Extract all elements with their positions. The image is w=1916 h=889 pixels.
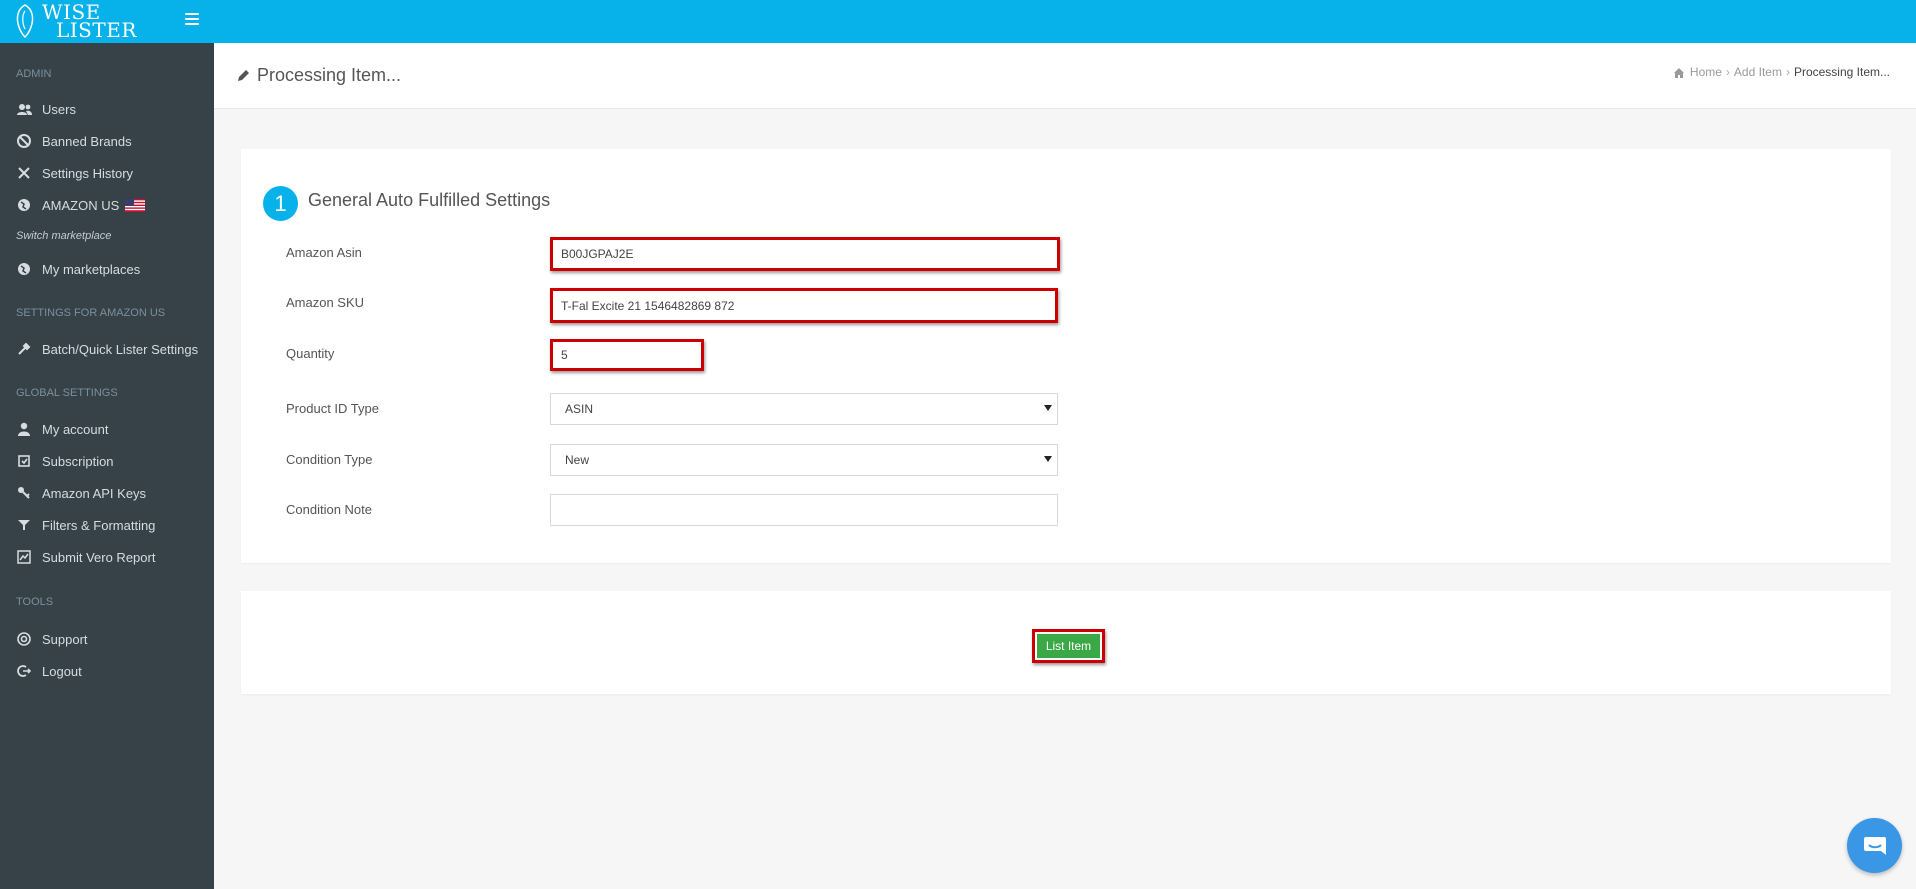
sidebar-item-label: Amazon API Keys <box>42 485 147 501</box>
page-title: Processing Item... <box>236 65 401 86</box>
chat-launcher[interactable] <box>1847 818 1902 873</box>
sidebar-section-admin: ADMIN <box>16 68 52 80</box>
condition-type-value: New <box>565 453 590 467</box>
home-icon <box>1673 67 1684 78</box>
logout-icon <box>16 663 32 679</box>
product-id-type-select[interactable]: ASIN <box>550 393 1058 425</box>
users-icon <box>16 101 32 117</box>
sidebar-section-settings-for: SETTINGS FOR AMAZON US <box>16 307 166 319</box>
brand-logo[interactable]: WISE LISTER <box>12 2 137 40</box>
sidebar-item-label: Logout <box>42 663 82 679</box>
sidebar-item-label: Submit Vero Report <box>42 549 156 565</box>
sku-label: Amazon SKU <box>286 295 365 310</box>
sidebar: ADMIN Users Banned Brands Settings Histo… <box>0 43 214 889</box>
menu-toggle-icon[interactable] <box>185 13 199 25</box>
breadcrumb-home[interactable]: Home <box>1690 65 1722 79</box>
report-icon <box>16 549 32 565</box>
sidebar-item-label: Banned Brands <box>42 133 132 149</box>
sidebar-item-label: Batch/Quick Lister Settings <box>42 341 199 357</box>
asin-label: Amazon Asin <box>286 245 362 260</box>
sidebar-item-settings-history[interactable]: Settings History <box>0 159 214 187</box>
sidebar-item-my-marketplaces[interactable]: My marketplaces <box>0 255 214 283</box>
subscription-icon <box>16 453 32 469</box>
sidebar-item-logout[interactable]: Logout <box>0 657 214 685</box>
chat-icon <box>1863 836 1886 855</box>
settings-panel: 1 General Auto Fulfilled Settings Amazon… <box>241 149 1891 563</box>
brand-line-2: LISTER <box>56 18 137 42</box>
condition-type-select[interactable]: New <box>550 444 1058 476</box>
condition-note-label: Condition Note <box>286 502 372 517</box>
sidebar-item-label: Settings History <box>42 165 134 181</box>
list-item-button-label: List Item <box>1037 634 1100 658</box>
sidebar-item-label: My marketplaces <box>42 261 141 277</box>
sidebar-item-users[interactable]: Users <box>0 95 214 123</box>
product-id-type-label: Product ID Type <box>286 401 379 416</box>
sidebar-item-subscription[interactable]: Subscription <box>0 447 214 475</box>
logo-icon <box>16 4 34 39</box>
key-icon <box>16 485 32 501</box>
sidebar-item-label: Users <box>42 101 76 117</box>
globe-icon <box>16 261 32 277</box>
wrench-icon <box>16 341 32 357</box>
filter-icon <box>16 517 32 533</box>
sidebar-item-batch-quick-lister-settings[interactable]: Batch/Quick Lister Settings <box>0 335 214 363</box>
breadcrumb-separator: › <box>1725 65 1730 79</box>
asin-input[interactable]: B00JGPAJ2E <box>550 237 1060 271</box>
product-id-type-value: ASIN <box>565 402 594 416</box>
sidebar-item-label: Subscription <box>42 453 114 469</box>
support-icon <box>16 631 32 647</box>
breadcrumb: Home › Add Item › Processing Item... <box>1673 65 1890 79</box>
sidebar-item-label: AMAZON US <box>42 197 120 213</box>
step-header: 1 General Auto Fulfilled Settings <box>263 186 550 221</box>
sidebar-item-submit-vero-report[interactable]: Submit Vero Report <box>0 543 214 571</box>
chevron-down-icon <box>1044 456 1052 462</box>
quantity-label: Quantity <box>286 346 335 361</box>
us-flag-icon <box>125 198 146 212</box>
page-header: Processing Item... Home › Add Item › Pro… <box>214 43 1916 109</box>
sidebar-item-label: Filters & Formatting <box>42 517 156 533</box>
sidebar-item-amazon-us[interactable]: AMAZON US <box>0 191 214 219</box>
step-title: General Auto Fulfilled Settings <box>308 190 551 210</box>
banned-icon <box>16 133 32 149</box>
tools-icon <box>16 165 32 181</box>
sidebar-item-filters-formatting[interactable]: Filters & Formatting <box>0 511 214 539</box>
sidebar-section-tools: TOOLS <box>16 596 54 608</box>
list-item-button[interactable]: List Item <box>1032 629 1105 663</box>
switch-marketplace-note: Switch marketplace <box>16 230 112 242</box>
sidebar-item-label: Support <box>42 631 88 647</box>
globe-icon <box>16 197 32 213</box>
user-icon <box>16 421 32 437</box>
top-navbar: WISE LISTER <box>0 0 1916 43</box>
page-title-text: Processing Item... <box>257 65 402 85</box>
sidebar-item-support[interactable]: Support <box>0 625 214 653</box>
sidebar-item-label: My account <box>42 421 109 437</box>
sidebar-item-amazon-api-keys[interactable]: Amazon API Keys <box>0 479 214 507</box>
sku-input[interactable]: T-Fal Excite 21 1546482869 872 <box>550 288 1058 323</box>
condition-note-input[interactable] <box>550 494 1058 526</box>
breadcrumb-separator: › <box>1785 65 1790 79</box>
sidebar-item-my-account[interactable]: My account <box>0 415 214 443</box>
chevron-down-icon <box>1044 405 1052 411</box>
quantity-input[interactable]: 5 <box>550 339 704 371</box>
condition-type-label: Condition Type <box>286 452 373 467</box>
pencil-icon <box>238 70 249 81</box>
sidebar-section-global: GLOBAL SETTINGS <box>16 387 118 399</box>
brand-text: WISE LISTER <box>42 2 137 42</box>
breadcrumb-add-item[interactable]: Add Item <box>1734 65 1782 79</box>
step-number-badge: 1 <box>263 186 298 221</box>
breadcrumb-current: Processing Item... <box>1793 65 1890 79</box>
actions-panel: List Item <box>241 591 1891 694</box>
sidebar-item-banned-brands[interactable]: Banned Brands <box>0 127 214 155</box>
